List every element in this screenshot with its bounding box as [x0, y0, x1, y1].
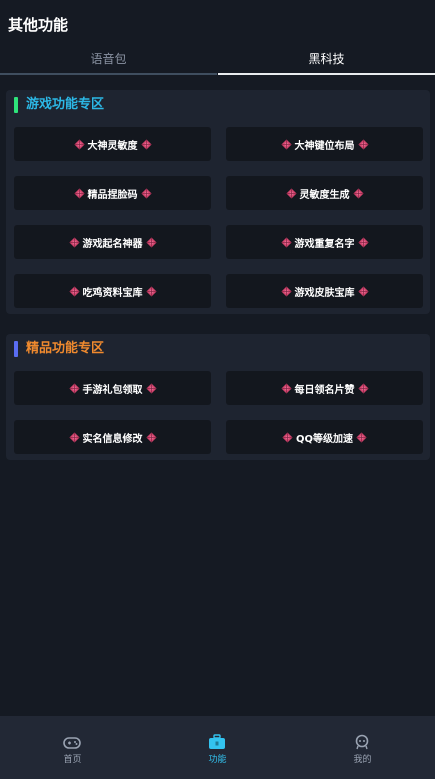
- gem-icon: [356, 431, 367, 443]
- gem-icon: [280, 382, 292, 394]
- game-features-section: 游戏功能专区 大神灵敏度 大神键位布局精品捏脸码 灵敏度生成游戏起名神器 游戏重复名字…: [6, 90, 430, 314]
- nav-features[interactable]: 功能: [145, 716, 290, 779]
- feature-button-label: 大神键位布局: [294, 140, 355, 152]
- gem-icon: [145, 382, 157, 394]
- gem-icon: [282, 431, 293, 443]
- gem-icon: [68, 431, 80, 443]
- section-accent-bar: [14, 341, 18, 357]
- tab-bar: 语音包 黑科技: [0, 48, 435, 76]
- gem-icon: [357, 382, 369, 394]
- gem-icon: [357, 236, 369, 248]
- feature-button-label: 精品捏脸码: [87, 189, 138, 201]
- feature-button-label: 大神灵敏度: [87, 140, 138, 152]
- section-accent-bar: [14, 97, 18, 113]
- feature-button[interactable]: 每日领名片赞: [226, 371, 423, 405]
- gem-icon: [352, 187, 364, 199]
- gem-icon: [280, 236, 292, 248]
- feature-button[interactable]: 大神灵敏度: [14, 127, 211, 161]
- feature-button-label: 游戏皮肤宝库: [294, 287, 355, 299]
- gem-icon: [68, 236, 80, 248]
- tab-black-tech[interactable]: 黑科技: [218, 48, 435, 74]
- tab-black-tech-underline: [218, 73, 435, 75]
- gem-icon: [140, 187, 152, 199]
- gem-icon: [68, 285, 80, 297]
- nav-home[interactable]: 首页: [0, 716, 145, 779]
- feature-button[interactable]: 游戏重复名字: [226, 225, 423, 259]
- gem-icon: [280, 285, 292, 297]
- nav-features-label: 功能: [208, 755, 227, 765]
- tab-voice-pack[interactable]: 语音包: [0, 48, 217, 74]
- toolbox-icon: [209, 734, 225, 749]
- nav-profile[interactable]: 我的: [290, 716, 435, 779]
- gem-icon: [140, 138, 152, 150]
- gem-icon: [73, 187, 85, 199]
- header: 其他功能: [0, 0, 435, 48]
- premium-features-section: 精品功能专区 手游礼包领取 每日领名片赞实名信息修改 QQ等级加速: [6, 334, 430, 460]
- feature-button[interactable]: 大神键位布局: [226, 127, 423, 161]
- feature-button[interactable]: 吃鸡资料宝库: [14, 274, 211, 308]
- tab-voice-pack-underline: [0, 73, 217, 75]
- gem-icon: [357, 285, 369, 297]
- feature-button[interactable]: 手游礼包领取: [14, 371, 211, 405]
- bottom-nav: 首页 功能 我的: [0, 716, 435, 779]
- section-title: 游戏功能专区: [26, 97, 105, 112]
- feature-button-label: 游戏起名神器: [82, 238, 143, 250]
- gem-icon: [357, 138, 369, 150]
- nav-profile-label: 我的: [353, 755, 372, 765]
- feature-button-label: 每日领名片赞: [294, 384, 355, 396]
- feature-button[interactable]: 实名信息修改: [14, 420, 211, 454]
- feature-button[interactable]: 游戏皮肤宝库: [226, 274, 423, 308]
- page-title: 其他功能: [8, 16, 69, 34]
- gem-icon: [285, 187, 297, 199]
- feature-button[interactable]: 灵敏度生成: [226, 176, 423, 210]
- gem-icon: [280, 138, 292, 150]
- gem-icon: [145, 236, 157, 248]
- gamepad-icon: [63, 737, 81, 749]
- gem-icon: [73, 138, 85, 150]
- robot-face-icon: [355, 734, 369, 750]
- nav-home-label: 首页: [63, 755, 82, 765]
- feature-button-label: 手游礼包领取: [82, 384, 143, 396]
- feature-button-label: 吃鸡资料宝库: [82, 287, 143, 299]
- feature-button-label: 实名信息修改: [82, 433, 143, 445]
- feature-button-label: 灵敏度生成: [299, 189, 350, 201]
- feature-button-label: QQ等级加速: [295, 433, 353, 445]
- feature-button[interactable]: 游戏起名神器: [14, 225, 211, 259]
- gem-icon: [145, 285, 157, 297]
- gem-icon: [145, 431, 157, 443]
- feature-button[interactable]: QQ等级加速: [226, 420, 423, 454]
- feature-button[interactable]: 精品捏脸码: [14, 176, 211, 210]
- gem-icon: [68, 382, 80, 394]
- section-title: 精品功能专区: [26, 341, 105, 356]
- feature-button-label: 游戏重复名字: [294, 238, 355, 250]
